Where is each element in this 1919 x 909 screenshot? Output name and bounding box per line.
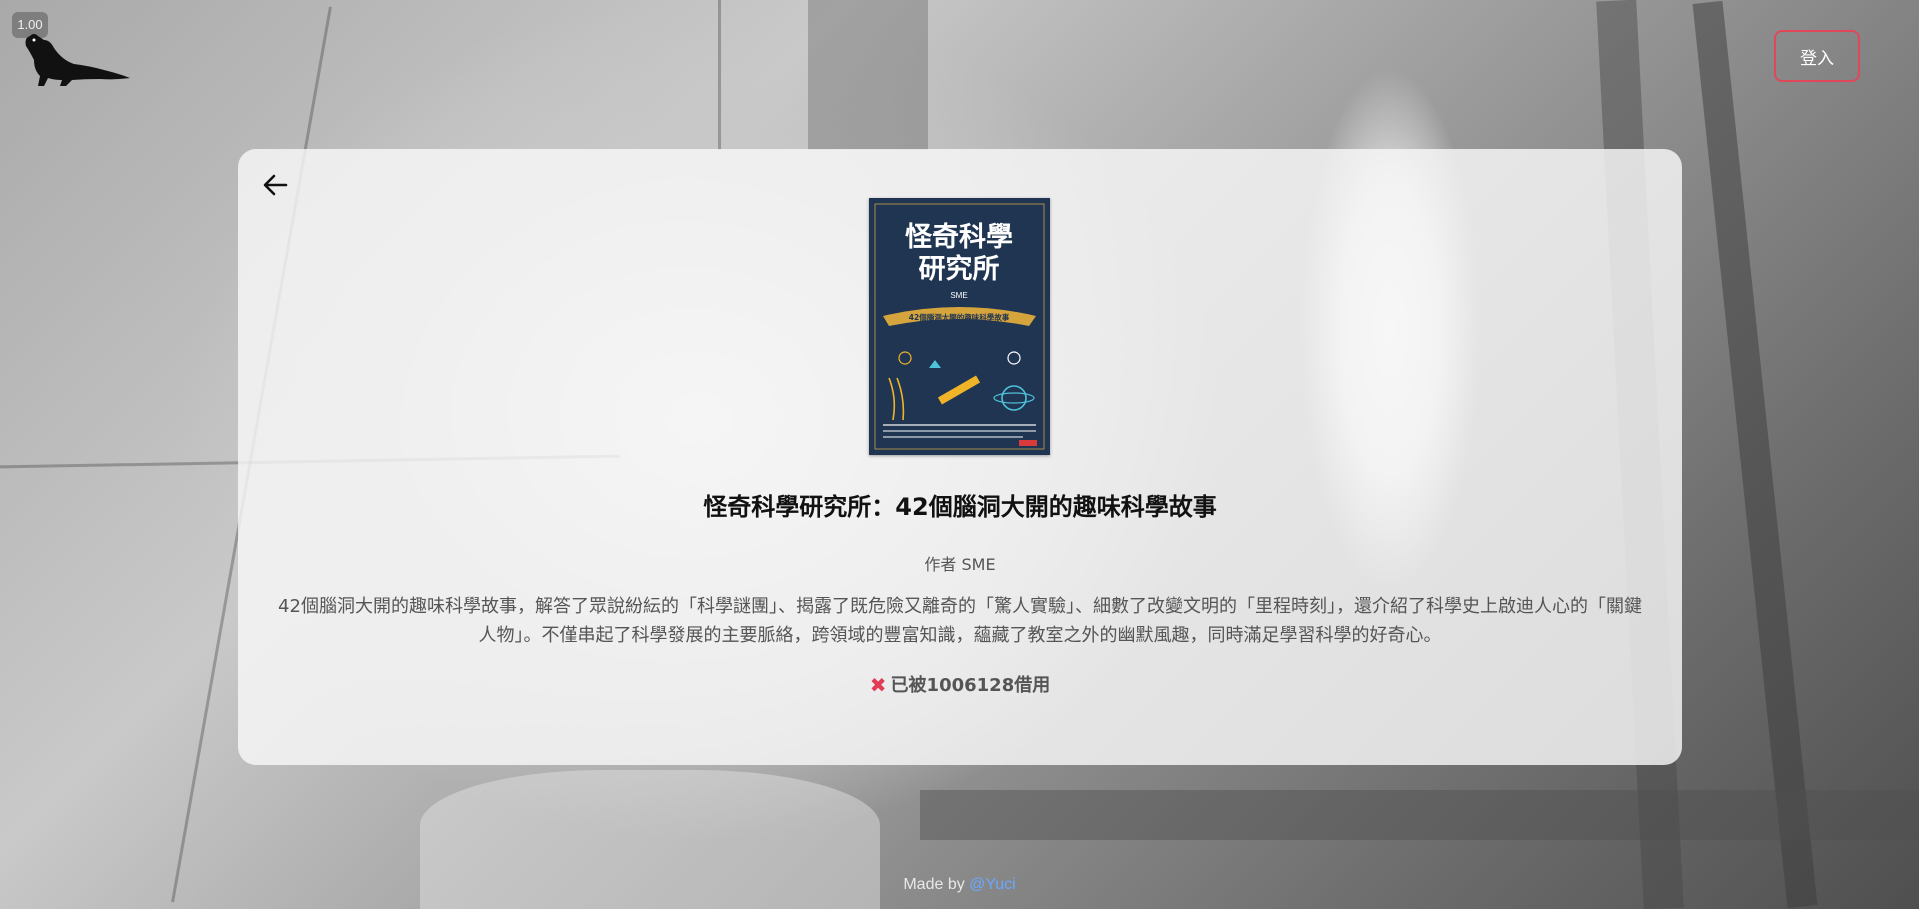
book-detail-card: 怪奇科學 研究所 SME 42個腦洞大開的趣味科學故事 怪奇科學研究所：42個腦… — [238, 149, 1682, 765]
page: 1.00 登入 怪奇科學 研究所 SME 42個腦洞大開的趣味科學故事 怪奇科學… — [0, 0, 1919, 909]
cover-banner: 42個腦洞大開的趣味科學故事 — [909, 312, 1010, 322]
logo-icon[interactable] — [20, 30, 132, 88]
book-author: 作者 SME — [924, 555, 996, 574]
borrow-status-text: 已被1006128借用 — [890, 675, 1051, 696]
footer-made-by: Made by — [903, 876, 965, 893]
footer-author-link[interactable]: @Yuci — [969, 876, 1015, 893]
book-cover-image: 怪奇科學 研究所 SME 42個腦洞大開的趣味科學故事 — [869, 198, 1050, 455]
book-title: 怪奇科學研究所：42個腦洞大開的趣味科學故事 — [703, 493, 1217, 521]
book-description: 42個腦洞大開的趣味科學故事，解答了眾說紛紜的「科學謎團」、揭露了既危險又離奇的… — [278, 596, 1642, 646]
back-arrow-icon[interactable] — [258, 167, 294, 203]
footer: Made by @Yuci — [0, 876, 1919, 894]
borrow-status: ✖ 已被1006128借用 — [238, 671, 1682, 697]
cover-title-line1: 怪奇科學 — [905, 222, 1013, 253]
cover-title-line2: 研究所 — [919, 253, 1000, 285]
login-button[interactable]: 登入 — [1774, 30, 1860, 82]
x-icon: ✖ — [869, 673, 887, 697]
cover-author-mark: SME — [950, 291, 967, 300]
